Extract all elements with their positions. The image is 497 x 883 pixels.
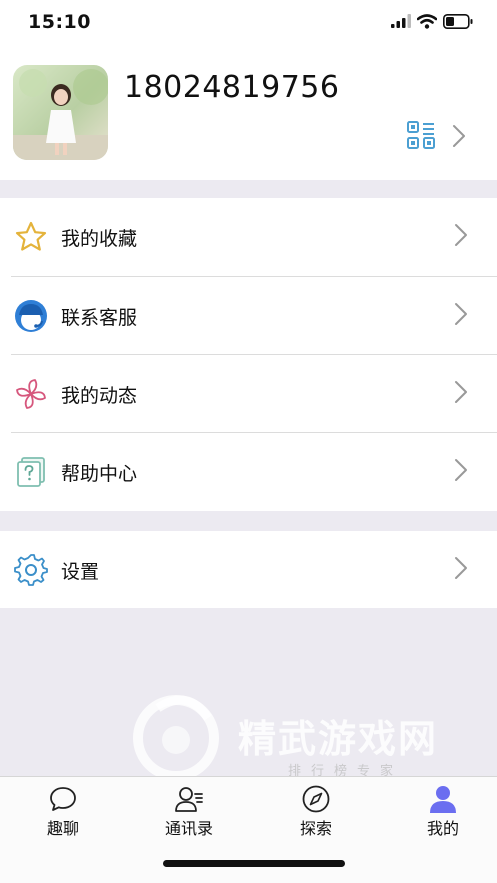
menu-item-customer-service[interactable]: 联系客服: [0, 277, 497, 355]
chevron-right-icon: [455, 459, 467, 481]
menu-item-favorites[interactable]: 我的收藏: [0, 198, 497, 276]
tab-label: 探索: [299, 819, 332, 838]
help-doc-icon: [17, 457, 45, 487]
section-gap: [0, 511, 497, 531]
chevron-right-icon: [455, 303, 467, 325]
wifi-icon: [417, 13, 437, 29]
tab-explore[interactable]: 探索: [256, 777, 376, 847]
contacts-icon: [175, 787, 203, 812]
battery-icon: [443, 13, 473, 29]
section-gap: [0, 180, 497, 198]
menu-item-label: 设置: [61, 561, 100, 583]
profile-header[interactable]: 18024819756: [0, 44, 497, 180]
tab-label: 我的: [426, 819, 459, 838]
empty-area: [0, 608, 497, 776]
star-icon: [15, 221, 47, 251]
tab-chat[interactable]: 趣聊: [3, 777, 123, 847]
tab-label: 通讯录: [164, 819, 213, 838]
tab-label: 趣聊: [46, 819, 79, 838]
menu-item-settings[interactable]: 设置: [0, 531, 497, 609]
menu-item-label: 帮助中心: [61, 463, 138, 485]
compass-icon: [302, 785, 330, 813]
qr-code-icon[interactable]: [406, 120, 436, 150]
tab-contacts[interactable]: 通讯录: [129, 777, 249, 847]
status-bar: 15:10: [0, 0, 497, 44]
menu-item-label: 联系客服: [61, 307, 138, 329]
menu-item-my-posts[interactable]: 我的动态: [0, 355, 497, 433]
status-icons: [391, 11, 473, 31]
menu-item-label: 我的动态: [61, 385, 138, 407]
gear-icon: [14, 554, 48, 586]
home-indicator: [163, 860, 345, 867]
profile-icon: [430, 786, 456, 813]
chevron-right-icon: [455, 557, 467, 579]
menu-item-help-center[interactable]: 帮助中心: [0, 433, 497, 511]
status-time: 15:10: [28, 11, 91, 33]
tab-me[interactable]: 我的: [383, 777, 497, 847]
menu-item-label: 我的收藏: [61, 228, 138, 250]
phone-number: 18024819756: [124, 70, 340, 105]
app-screen: 15:10 18024819756 我的收藏 联系客服 我的动态 帮助中心 设置…: [0, 0, 497, 883]
pinwheel-icon: [16, 379, 46, 409]
signal-icon: [391, 14, 411, 28]
chevron-right-icon: [455, 224, 467, 246]
avatar[interactable]: [13, 65, 108, 160]
chevron-right-icon[interactable]: [452, 124, 466, 148]
chat-bubble-icon: [50, 787, 76, 811]
customer-service-icon: [15, 300, 47, 332]
chevron-right-icon: [455, 381, 467, 403]
